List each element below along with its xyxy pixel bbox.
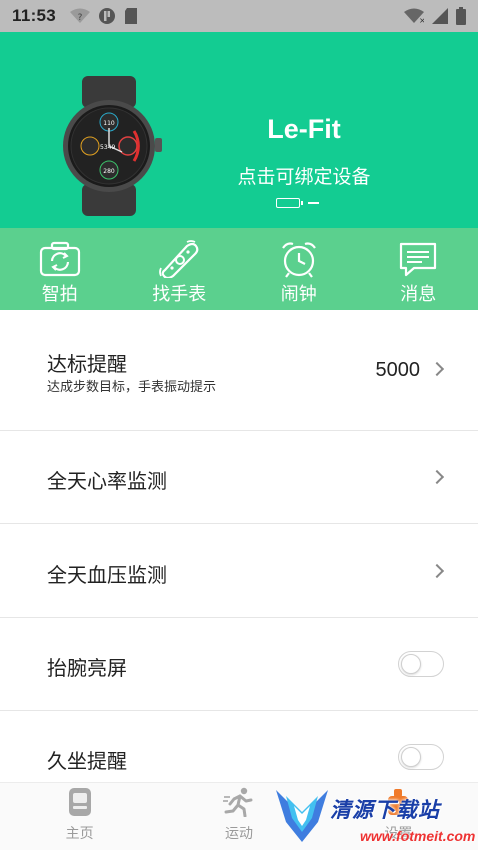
wifi-question-icon: ?	[70, 8, 91, 23]
message-icon	[400, 242, 437, 277]
watermark-logo-icon	[276, 790, 328, 842]
setting-sedentary: 久坐提醒	[0, 711, 478, 791]
setting-blood-pressure[interactable]: 全天血压监测	[0, 524, 478, 618]
status-time: 11:53	[12, 6, 57, 25]
setting-raise-to-wake: 抬腕亮屏	[0, 618, 478, 711]
device-header[interactable]: 110 5349 280 Le-Fit 点击可绑定设备	[0, 32, 478, 228]
svg-text:×: ×	[419, 16, 424, 24]
find-watch-icon	[159, 240, 199, 278]
svg-text:110: 110	[103, 120, 115, 127]
wifi-off-icon: ×	[404, 8, 424, 24]
setting-title-blood-pressure: 全天血压监测	[47, 563, 167, 587]
sedentary-toggle[interactable]	[398, 744, 444, 770]
bind-device-hint[interactable]: 点击可绑定设备	[215, 162, 393, 189]
quick-action-find-watch[interactable]: 找手表	[120, 228, 240, 310]
sd-card-icon	[125, 8, 138, 24]
device-battery-icon	[276, 198, 303, 208]
running-icon	[222, 787, 253, 817]
setting-subtitle-goal-reminder: 达成步数目标，手表振动提示	[47, 380, 217, 395]
quick-actions-bar: 智拍 找手表 闹钟 消息	[0, 228, 478, 310]
quick-action-alarm[interactable]: 闹钟	[239, 228, 359, 310]
chevron-right-icon	[429, 563, 445, 579]
chevron-right-icon	[429, 361, 445, 377]
app-title: Le-Fit	[267, 114, 341, 144]
quick-action-camera[interactable]: 智拍	[0, 228, 120, 310]
signal-icon	[432, 8, 448, 24]
quick-label-message: 消息	[400, 284, 437, 305]
nav-home[interactable]: 主页	[0, 783, 159, 850]
chevron-right-icon	[429, 469, 445, 485]
setting-title-sedentary: 久坐提醒	[47, 749, 127, 773]
settings-list: 达标提醒 达成步数目标，手表振动提示 5000 全天心率监测 全天血压监测 抬腕…	[0, 310, 478, 791]
alarm-clock-icon	[281, 242, 316, 278]
raise-to-wake-toggle[interactable]	[398, 651, 444, 677]
smartwatch-image: 110 5349 280	[63, 76, 162, 216]
battery-icon	[456, 7, 466, 25]
watermark-url: www.fotmeit.com	[360, 828, 476, 844]
quick-action-message[interactable]: 消息	[359, 228, 478, 310]
nav-label-sport: 运动	[224, 826, 253, 842]
setting-title-goal-reminder: 达标提醒	[47, 352, 127, 376]
setting-goal-reminder[interactable]: 达标提醒 达成步数目标，手表振动提示 5000	[0, 310, 478, 431]
battery-level-dash	[308, 202, 319, 204]
step-goal-value: 5000	[375, 359, 421, 381]
toggle-knob	[401, 653, 421, 674]
svg-text:?: ?	[78, 13, 83, 23]
app-notification-icon	[99, 8, 116, 24]
camera-icon	[39, 241, 80, 277]
home-icon	[68, 788, 91, 816]
status-bar: 11:53 ? ×	[0, 0, 478, 32]
watermark: 清源下载站 www.fotmeit.com	[272, 782, 478, 850]
watermark-text: 清源下载站	[330, 798, 440, 822]
toggle-knob	[401, 746, 421, 767]
quick-label-alarm: 闹钟	[280, 284, 317, 305]
setting-title-heart-rate: 全天心率监测	[47, 469, 167, 493]
quick-label-camera: 智拍	[41, 284, 78, 305]
quick-label-find-watch: 找手表	[152, 284, 207, 305]
nav-label-home: 主页	[65, 826, 94, 842]
setting-title-raise-to-wake: 抬腕亮屏	[47, 656, 127, 680]
svg-text:280: 280	[103, 168, 115, 175]
setting-heart-rate[interactable]: 全天心率监测	[0, 431, 478, 524]
